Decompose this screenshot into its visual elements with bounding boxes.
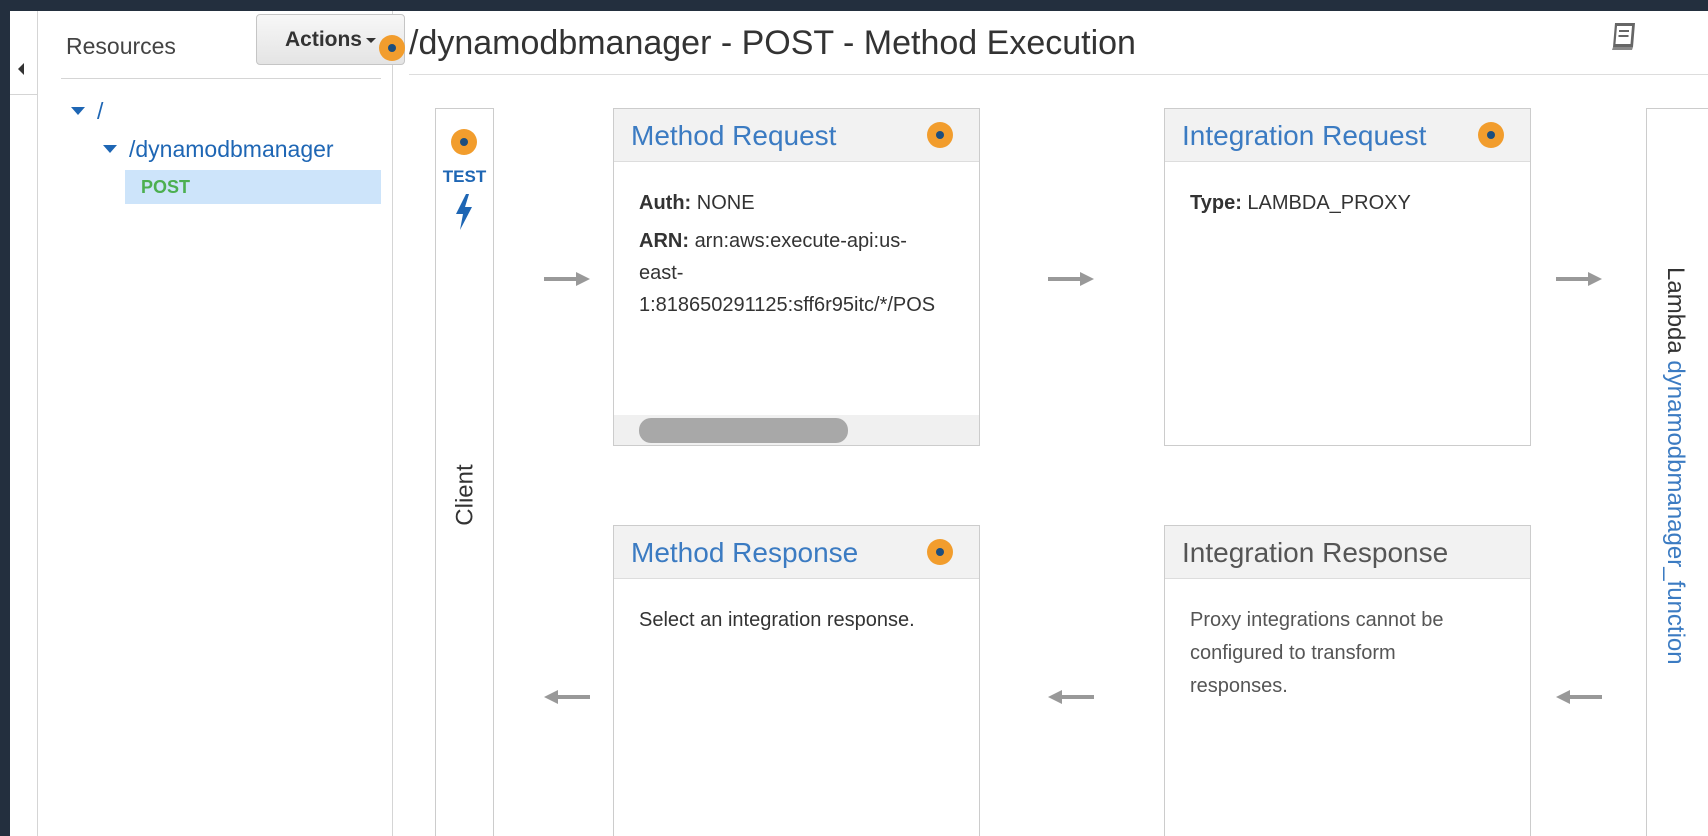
arn-label: ARN:	[639, 230, 689, 252]
method-request-body: Auth: NONE ARN: arn:aws:execute-api:us- …	[639, 187, 979, 321]
integration-request-body: Type: LAMBDA_PROXY	[1190, 187, 1411, 219]
client-label: Client	[451, 464, 479, 526]
method-execution-main: /dynamodbmanager - POST - Method Executi…	[379, 11, 1708, 836]
page-title: /dynamodbmanager - POST - Method Executi…	[409, 24, 1136, 62]
tree-item-post-method[interactable]: POST	[125, 170, 381, 204]
method-response-card[interactable]: Method Response Select an integration re…	[613, 525, 980, 836]
status-dot-icon	[927, 539, 953, 565]
caret-down-icon[interactable]	[103, 144, 117, 153]
tree-item-root[interactable]: /	[71, 98, 103, 125]
arn-row: ARN: arn:aws:execute-api:us-	[639, 225, 979, 257]
lightning-bolt-icon[interactable]	[451, 192, 477, 232]
book-icon[interactable]	[1606, 18, 1642, 54]
arrow-right-icon	[1556, 272, 1602, 286]
tree-item-dynamodbmanager[interactable]: /dynamodbmanager	[103, 136, 334, 163]
integration-request-header: Integration Request	[1165, 109, 1530, 162]
integration-response-title: Integration Response	[1182, 537, 1449, 568]
arn-value-line1: arn:aws:execute-api:us-	[694, 230, 907, 252]
title-divider	[409, 74, 1708, 75]
integration-request-card[interactable]: Integration Request Type: LAMBDA_PROXY	[1164, 108, 1531, 446]
status-dot-icon	[379, 35, 405, 61]
arn-value-line3: 1:818650291125:sff6r95itc/*/POS	[639, 294, 936, 316]
caret-down-icon[interactable]	[71, 106, 85, 115]
integration-response-card: Integration Response Proxy integrations …	[1164, 525, 1531, 836]
arrow-right-icon	[544, 272, 590, 286]
status-dot-icon	[927, 122, 953, 148]
collapse-divider	[10, 94, 38, 95]
method-request-title[interactable]: Method Request	[631, 120, 836, 152]
integration-response-body: Proxy integrations cannot be configured …	[1190, 604, 1510, 703]
api-gateway-console: Resources Actions / /dynamodbmanager POS…	[10, 11, 1708, 836]
integration-response-line2: configured to transform	[1190, 642, 1396, 664]
auth-value: NONE	[696, 192, 755, 214]
integration-request-title[interactable]: Integration Request	[1182, 120, 1426, 152]
arrow-right-icon	[1048, 272, 1094, 286]
arrow-left-icon	[1048, 690, 1094, 704]
auth-label: Auth:	[639, 192, 692, 214]
integration-response-line3: responses.	[1190, 675, 1288, 697]
chevron-down-icon	[366, 37, 376, 43]
status-dot-icon	[451, 129, 477, 155]
method-request-card[interactable]: Method Request Auth: NONE ARN: arn:aws:e…	[613, 108, 980, 446]
lambda-label: Lambda dynamodbmanager_function	[1661, 267, 1689, 665]
integration-response-header: Integration Response	[1165, 526, 1530, 579]
arn-value-line2: east-	[639, 262, 684, 284]
lambda-prefix: Lambda	[1662, 267, 1689, 354]
lambda-column: Lambda dynamodbmanager_function	[1646, 108, 1708, 836]
integration-response-line1: Proxy integrations cannot be	[1190, 609, 1444, 631]
scrollbar-thumb[interactable]	[639, 418, 848, 443]
actions-label: Actions	[284, 28, 362, 51]
method-response-header: Method Response	[614, 526, 979, 579]
client-column: TEST Client	[435, 108, 494, 836]
arrow-left-icon	[1556, 690, 1602, 704]
type-label: Type:	[1190, 192, 1242, 214]
type-value: LAMBDA_PROXY	[1247, 192, 1411, 214]
method-request-header: Method Request	[614, 109, 979, 162]
collapse-caret-icon[interactable]	[18, 63, 24, 75]
resources-panel: Resources Actions / /dynamodbmanager POS…	[49, 11, 405, 836]
sidebar-collapse-strip[interactable]	[10, 11, 38, 836]
arrow-left-icon	[544, 690, 590, 704]
method-response-title[interactable]: Method Response	[631, 537, 858, 569]
auth-row: Auth: NONE	[639, 187, 979, 219]
test-link[interactable]: TEST	[436, 167, 493, 187]
horizontal-scrollbar[interactable]	[614, 415, 979, 445]
type-row: Type: LAMBDA_PROXY	[1190, 187, 1411, 219]
method-response-body: Select an integration response.	[639, 609, 915, 631]
resources-label: Resources	[66, 33, 176, 59]
status-dot-icon	[1478, 122, 1504, 148]
resources-divider	[61, 78, 381, 79]
lambda-function-link[interactable]: dynamodbmanager_function	[1662, 360, 1689, 664]
tree-item-dynamodbmanager-label: /dynamodbmanager	[129, 136, 334, 162]
tree-item-root-label: /	[97, 98, 104, 124]
